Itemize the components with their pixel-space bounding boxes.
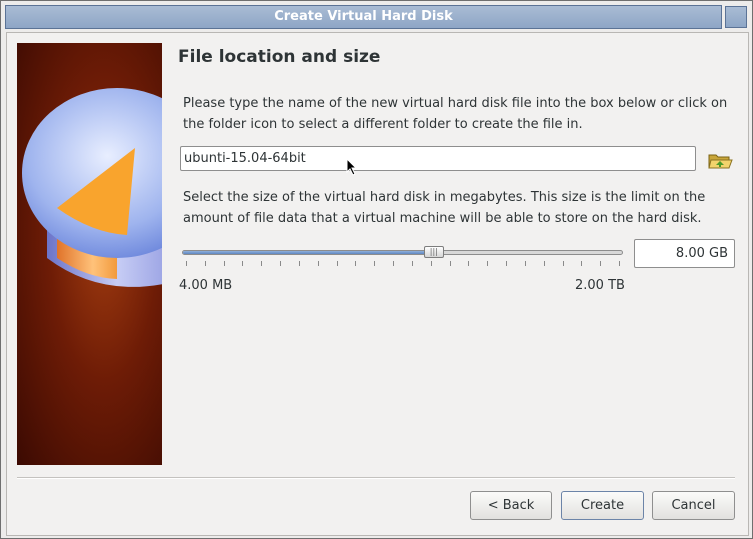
slider-tick: [411, 261, 413, 266]
size-min-label: 4.00 MB: [179, 278, 233, 293]
choose-folder-button[interactable]: [707, 148, 733, 172]
slider-tick: [374, 261, 376, 266]
slider-tick: [186, 261, 187, 266]
back-button[interactable]: < Back: [470, 491, 552, 520]
wizard-banner-image: [17, 43, 162, 465]
slider-tick: [298, 261, 300, 266]
slider-tick: [581, 261, 583, 266]
slider-tick: [619, 261, 620, 266]
slider-tick: [280, 261, 282, 266]
slider-tick: [223, 261, 225, 266]
slider-tick: [487, 261, 489, 266]
folder-open-icon: [708, 154, 733, 169]
slider-tick: [524, 261, 526, 266]
slider-tick: [317, 261, 319, 266]
create-button[interactable]: Create: [561, 491, 644, 520]
slider-tick: [204, 261, 206, 266]
slider-fill: [183, 251, 434, 254]
cancel-button[interactable]: Cancel: [652, 491, 735, 520]
slider-tick: [355, 261, 357, 266]
slider-tick: [449, 261, 451, 266]
slider-tick: [261, 261, 263, 266]
page-title: File location and size: [178, 47, 381, 67]
window-control-box[interactable]: [725, 6, 747, 28]
slider-tick: [543, 261, 545, 266]
slider-tick: [562, 261, 564, 266]
slider-tick: [242, 261, 244, 266]
size-description: Select the size of the virtual hard disk…: [183, 190, 706, 226]
slider-tick: [430, 261, 432, 266]
slider-handle[interactable]: |||: [423, 246, 444, 258]
slider-tick: [468, 261, 470, 266]
slider-tick: [393, 261, 395, 266]
disk-illustration: [22, 88, 162, 287]
slider-ticks: [182, 261, 623, 267]
size-max-label: 2.00 TB: [575, 278, 625, 293]
window-title: Create Virtual Hard Disk: [5, 5, 722, 29]
slider-tick: [506, 261, 508, 266]
disk-size-slider[interactable]: [182, 250, 623, 255]
slider-tick: [600, 261, 602, 266]
location-description: Please type the name of the new virtual …: [183, 96, 728, 132]
disk-size-input[interactable]: 8.00 GB: [634, 239, 735, 268]
button-separator: [17, 477, 735, 479]
mouse-cursor-icon: [346, 158, 358, 176]
file-location-input[interactable]: ubunti-15.04-64bit: [180, 146, 696, 171]
slider-tick: [336, 261, 338, 266]
